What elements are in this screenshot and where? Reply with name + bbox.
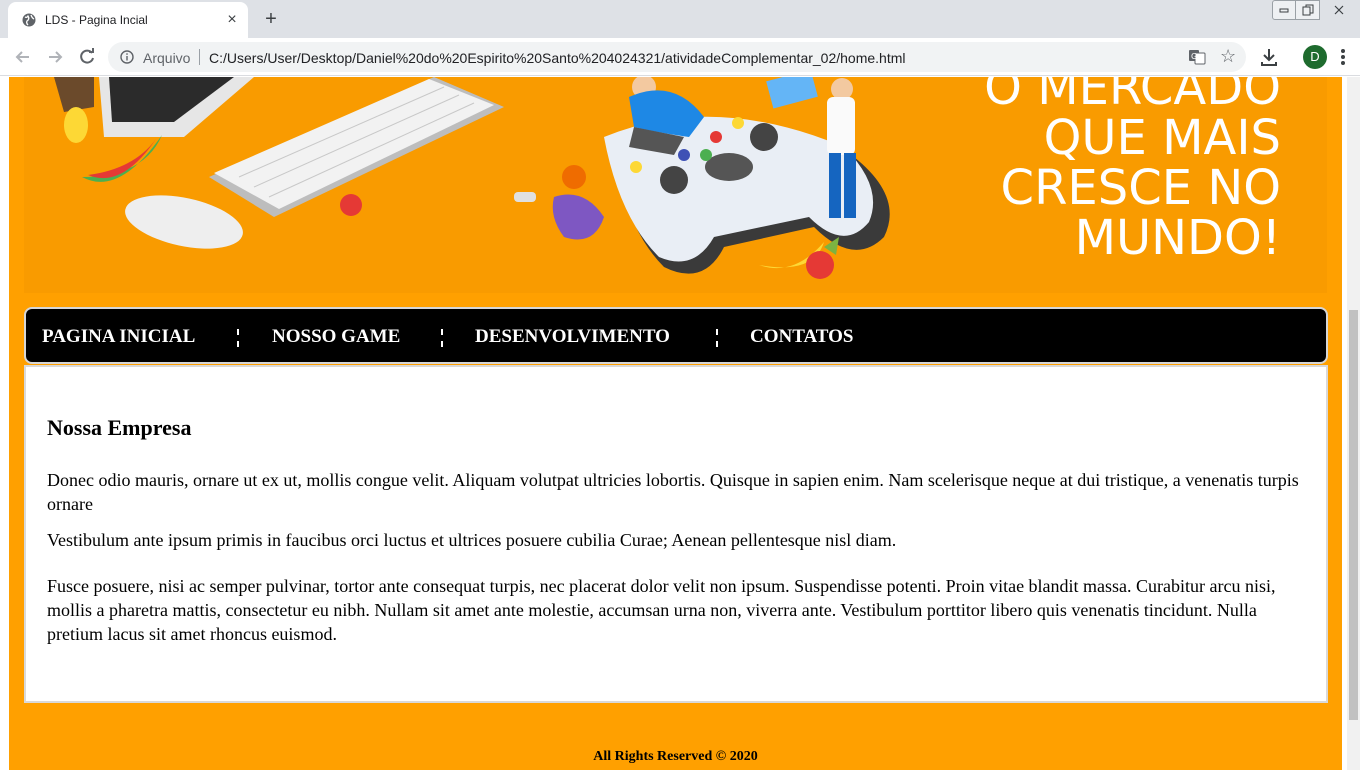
download-icon[interactable]: [1258, 46, 1280, 68]
kebab-menu-icon[interactable]: [1340, 48, 1346, 66]
browser-tab[interactable]: LDS - Pagina Incial ×: [8, 2, 248, 38]
scrollbar-thumb[interactable]: [1349, 310, 1358, 720]
nav-separator: [237, 329, 239, 347]
info-icon[interactable]: [120, 50, 134, 64]
svg-text:G: G: [1191, 52, 1197, 61]
restore-button[interactable]: [1296, 0, 1320, 20]
hero-line: QUE MAIS: [1043, 110, 1281, 166]
reload-icon: [80, 48, 94, 64]
bookmark-star-icon[interactable]: ☆: [1220, 47, 1238, 65]
reload-button[interactable]: [76, 46, 98, 68]
hero-line: O MERCADO: [984, 77, 1281, 116]
page-scrollbar[interactable]: [1347, 77, 1360, 770]
globe-icon: [22, 13, 36, 27]
forward-button[interactable]: [44, 46, 66, 68]
back-button[interactable]: [12, 46, 34, 68]
nav-separator: [441, 329, 443, 347]
translate-icon[interactable]: G: [1188, 48, 1206, 66]
minimize-button[interactable]: [1272, 0, 1296, 20]
section-heading: Nossa Empresa: [47, 415, 192, 440]
main-navigation: PAGINA INICIAL NOSSO GAME DESENVOLVIMENT…: [24, 307, 1328, 364]
browser-titlebar: LDS - Pagina Incial × +: [0, 0, 1360, 38]
omnibox-divider: [199, 49, 200, 65]
paragraph: Vestibulum ante ipsum primis in faucibus…: [47, 530, 897, 550]
scheme-label: Arquivo: [143, 50, 191, 66]
nav-item-contatos[interactable]: CONTATOS: [750, 326, 853, 348]
tab-close-icon[interactable]: ×: [222, 10, 242, 30]
minimize-icon: [1279, 8, 1289, 13]
hero-line: MUNDO!: [1074, 210, 1281, 266]
nav-item-desenvolvimento[interactable]: DESENVOLVIMENTO: [475, 326, 670, 348]
main-content: Nossa Empresa Donec odio mauris, ornare …: [24, 365, 1328, 703]
back-arrow-icon: [15, 51, 29, 63]
profile-avatar[interactable]: D: [1303, 45, 1327, 69]
window-controls: [1270, 0, 1360, 20]
nav-item-nosso-game[interactable]: NOSSO GAME: [272, 326, 400, 348]
paragraph: Fusce posuere, nisi ac semper pulvinar, …: [47, 576, 1276, 644]
address-bar[interactable]: Arquivo C:/Users/User/Desktop/Daniel%20d…: [108, 42, 1246, 72]
browser-toolbar: Arquivo C:/Users/User/Desktop/Daniel%20d…: [0, 38, 1360, 76]
hero-line: CRESCE NO: [1000, 160, 1281, 216]
restore-icon: [1302, 4, 1313, 16]
hero-banner: O MERCADO QUE MAIS CRESCE NO MUNDO!: [24, 77, 1327, 293]
close-icon: [1334, 5, 1344, 15]
footer-copyright: All Rights Reserved © 2020: [593, 749, 758, 764]
url-text[interactable]: C:/Users/User/Desktop/Daniel%20do%20Espi…: [209, 50, 906, 66]
new-tab-button[interactable]: +: [258, 6, 284, 32]
close-window-button[interactable]: [1320, 0, 1358, 20]
hero-headline: O MERCADO QUE MAIS CRESCE NO MUNDO!: [984, 77, 1281, 263]
forward-arrow-icon: [49, 51, 63, 63]
page-viewport: O MERCADO QUE MAIS CRESCE NO MUNDO! PAGI…: [0, 77, 1360, 770]
nav-item-pagina-inicial[interactable]: PAGINA INICIAL: [42, 326, 195, 348]
tab-title: LDS - Pagina Incial: [45, 13, 148, 27]
paragraph: Donec odio mauris, ornare ut ex ut, moll…: [47, 470, 1299, 514]
nav-separator: [716, 329, 718, 347]
